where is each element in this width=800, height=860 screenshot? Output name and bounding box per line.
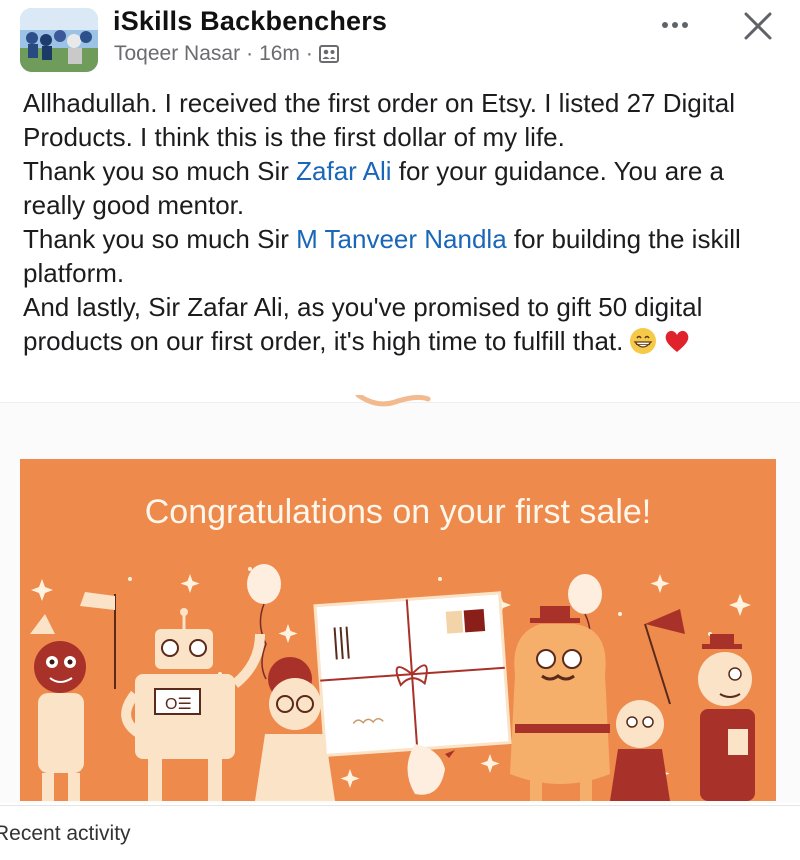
etsy-logo-peek bbox=[355, 395, 431, 407]
post-meta: Toqeer Nasar · 16m · bbox=[114, 42, 339, 66]
congratulations-image[interactable]: Congratulations on your first sale! O☰ bbox=[20, 459, 776, 801]
divider bbox=[0, 805, 800, 806]
group-name[interactable]: iSkills Backbenchers bbox=[113, 6, 387, 37]
text: And lastly, Sir Zafar Ali, as you've pro… bbox=[23, 292, 703, 356]
celebration-illustration: O☰ bbox=[30, 564, 755, 801]
image-title: Congratulations on your first sale! bbox=[144, 493, 652, 531]
meta-separator: · bbox=[246, 42, 254, 65]
group-photo bbox=[20, 8, 98, 72]
group-avatar[interactable] bbox=[20, 8, 98, 72]
post-paragraph: Allhadullah. I received the first order … bbox=[23, 88, 735, 152]
post-body: Allhadullah. I received the first order … bbox=[23, 86, 783, 358]
more-icon bbox=[662, 22, 688, 28]
post-paragraph: Thank you so much Sir Zafar Ali for your… bbox=[23, 154, 783, 222]
recent-activity-label[interactable]: Recent activity bbox=[0, 822, 131, 846]
author-name[interactable]: Toqeer Nasar bbox=[114, 42, 240, 66]
svg-text:O☰: O☰ bbox=[165, 696, 192, 713]
post-paragraph: And lastly, Sir Zafar Ali, as you've pro… bbox=[23, 290, 783, 358]
red-heart-emoji bbox=[666, 330, 689, 352]
more-options-button[interactable] bbox=[655, 10, 695, 40]
text: Thank you so much Sir bbox=[23, 224, 297, 254]
mention-link[interactable]: Zafar Ali bbox=[296, 156, 391, 186]
close-button[interactable] bbox=[740, 8, 776, 44]
mention-link[interactable]: M Tanveer Nandla bbox=[296, 224, 507, 254]
text: Thank you so much Sir bbox=[23, 156, 297, 186]
meta-separator: · bbox=[305, 42, 313, 65]
members-icon bbox=[318, 44, 339, 64]
close-icon bbox=[744, 12, 772, 40]
post-time[interactable]: 16m bbox=[259, 42, 300, 66]
grinning-face-emoji bbox=[630, 328, 657, 354]
post-paragraph: Thank you so much Sir M Tanveer Nandla f… bbox=[23, 222, 783, 290]
